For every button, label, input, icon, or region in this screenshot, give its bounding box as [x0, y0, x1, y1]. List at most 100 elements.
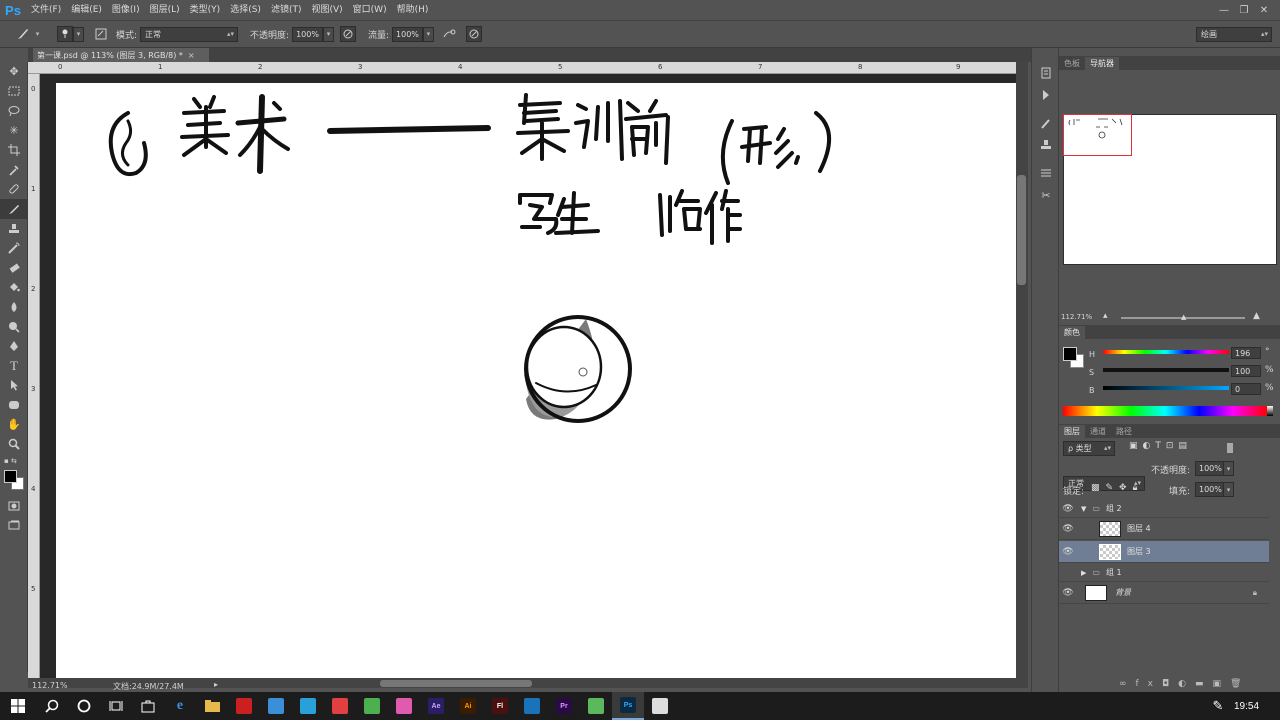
menu-image[interactable]: 图像(I) [107, 0, 145, 20]
vertical-scrollbar[interactable] [1016, 62, 1028, 678]
quick-mask-icon[interactable] [0, 496, 28, 516]
layer-opacity-dropdown[interactable]: ▾ [1223, 461, 1234, 476]
pen-tool-icon[interactable] [0, 336, 28, 356]
new-group-icon[interactable]: ▬ [1195, 679, 1213, 689]
brush-tool-icon[interactable] [14, 25, 32, 43]
history-brush-tool-icon[interactable] [0, 238, 28, 258]
menu-window[interactable]: 窗口(W) [348, 0, 392, 20]
eraser-tool-icon[interactable] [0, 258, 28, 278]
menu-help[interactable]: 帮助(H) [392, 0, 434, 20]
opacity-dropdown[interactable]: ▾ [322, 26, 334, 42]
shape-tool-icon[interactable] [0, 395, 28, 415]
pressure-opacity-icon[interactable] [339, 26, 356, 42]
eye-off-icon[interactable]: ▫ [1059, 568, 1077, 578]
zoom-out-icon[interactable]: ▴ [1103, 311, 1108, 321]
brightness-slider[interactable] [1103, 386, 1229, 390]
status-menu-arrow-icon[interactable]: ▸ [214, 680, 218, 689]
layer-opacity-input[interactable]: 100% [1195, 461, 1226, 476]
store-icon[interactable] [132, 692, 164, 720]
tab-close-icon[interactable]: × [188, 51, 195, 60]
lock-icons[interactable]: ▩✎✥🔒︎ [1091, 483, 1143, 493]
foreground-color-swatch[interactable] [4, 469, 17, 483]
tab-color[interactable]: 颜色 [1059, 326, 1085, 339]
eye-icon[interactable]: 👁︎ [1059, 504, 1077, 514]
taskbar-app-icon[interactable] [292, 692, 324, 720]
tab-channels[interactable]: 通道 [1085, 425, 1111, 438]
navigator-zoom-thumb[interactable]: ▲ [1181, 313, 1186, 321]
taskbar-app-icon[interactable]: Pr [548, 692, 580, 720]
taskbar-app-icon[interactable]: Ps [612, 692, 644, 720]
tab-layers[interactable]: 图层 [1059, 425, 1085, 438]
zoom-tool-icon[interactable] [0, 434, 28, 454]
color-fg-swatch[interactable] [1063, 347, 1077, 361]
eye-icon[interactable]: 👁︎ [1059, 547, 1077, 557]
workspace-select[interactable]: 绘画 ▴▾ [1196, 26, 1272, 42]
clone-source-panel-icon[interactable] [1032, 134, 1060, 156]
taskbar-app-icon[interactable]: Ai [452, 692, 484, 720]
taskbar-app-icon[interactable] [356, 692, 388, 720]
brush-preset-icon[interactable] [57, 26, 73, 42]
flow-dropdown[interactable]: ▾ [422, 26, 434, 42]
history-panel-icon[interactable] [1032, 62, 1060, 84]
layer-row-layer3[interactable]: 👁︎ 图层 3 [1059, 541, 1269, 563]
search-icon[interactable] [36, 692, 68, 720]
layer-name[interactable]: 组 2 [1106, 503, 1122, 514]
file-explorer-icon[interactable] [196, 692, 228, 720]
vertical-scrollbar-thumb[interactable] [1017, 175, 1026, 285]
filter-toggle[interactable] [1227, 443, 1233, 453]
saturation-slider[interactable] [1103, 368, 1229, 372]
menu-layer[interactable]: 图层(L) [145, 0, 185, 20]
layer-name[interactable]: 背景 [1115, 587, 1131, 598]
layer-filter-icons[interactable]: ▣◐T⊡▤ [1129, 441, 1192, 451]
menu-edit[interactable]: 编辑(E) [66, 0, 107, 20]
menu-type[interactable]: 类型(Y) [185, 0, 226, 20]
hue-slider[interactable] [1103, 350, 1229, 354]
collapse-arrow-icon[interactable]: ▶ [1081, 569, 1086, 577]
paint-bucket-tool-icon[interactable] [0, 278, 28, 298]
layer-row-group1[interactable]: ▫ ▶ ▭ 组 1 [1059, 564, 1269, 582]
color-swatches[interactable] [0, 468, 28, 496]
move-tool-icon[interactable]: ✥ [0, 62, 28, 82]
brush-preset-dropdown[interactable]: ▾ [73, 26, 84, 42]
menu-filter[interactable]: 滤镜(T) [266, 0, 307, 20]
layer-row-group2[interactable]: 👁︎ ▼ ▭ 组 2 [1059, 500, 1269, 518]
new-layer-icon[interactable]: ▣ [1213, 679, 1231, 689]
saturation-value[interactable]: 100 [1231, 365, 1261, 377]
blur-tool-icon[interactable] [0, 297, 28, 317]
expand-arrow-icon[interactable]: ▼ [1081, 505, 1086, 513]
mode-select[interactable]: 正常 ▴▾ [140, 26, 239, 42]
taskbar-app-icon[interactable] [324, 692, 356, 720]
taskbar-app-icon[interactable] [260, 692, 292, 720]
taskbar-app-icon[interactable]: Ae [420, 692, 452, 720]
navigator-view-box[interactable] [1063, 114, 1132, 156]
adjustment-layer-icon[interactable]: ◐ [1178, 679, 1195, 689]
tab-paths[interactable]: 路径 [1111, 425, 1137, 438]
opacity-input[interactable]: 100% [292, 26, 323, 42]
layer-filter-select[interactable]: ρ 类型 ▴▾ [1063, 441, 1115, 456]
menu-view[interactable]: 视图(V) [306, 0, 347, 20]
brush-presets-panel-icon[interactable] [1032, 112, 1060, 134]
default-colors-icon[interactable]: ▪ ⇆ [0, 454, 28, 468]
taskbar-app-icon[interactable] [388, 692, 420, 720]
menu-select[interactable]: 选择(S) [225, 0, 266, 20]
type-tool-icon[interactable]: T [0, 356, 28, 376]
brightness-value[interactable]: 0 [1231, 383, 1261, 395]
clock[interactable]: 19:54 [1234, 701, 1280, 712]
layer-name[interactable]: 组 1 [1106, 567, 1122, 578]
delete-layer-icon[interactable]: 🗑︎ [1230, 679, 1250, 689]
pen-workspace-icon[interactable]: ✎ [1202, 692, 1234, 720]
navigator-zoom[interactable]: 112.71% [1061, 313, 1092, 321]
cortana-icon[interactable] [68, 692, 100, 720]
screen-mode-icon[interactable] [0, 515, 28, 535]
actions-panel-icon[interactable] [1032, 84, 1060, 106]
layer-name[interactable]: 图层 4 [1127, 523, 1151, 534]
fill-dropdown[interactable]: ▾ [1223, 482, 1234, 497]
hue-value[interactable]: 196 [1231, 347, 1261, 359]
taskbar-app-icon[interactable]: Fl [484, 692, 516, 720]
pressure-size-icon[interactable] [465, 26, 482, 42]
path-selection-tool-icon[interactable] [0, 376, 28, 396]
zoom-in-icon[interactable]: ▲ [1253, 311, 1260, 321]
eye-icon[interactable]: 👁︎ [1059, 524, 1077, 534]
brush-tool-icon[interactable] [0, 199, 28, 219]
marquee-tool-icon[interactable] [0, 82, 28, 102]
